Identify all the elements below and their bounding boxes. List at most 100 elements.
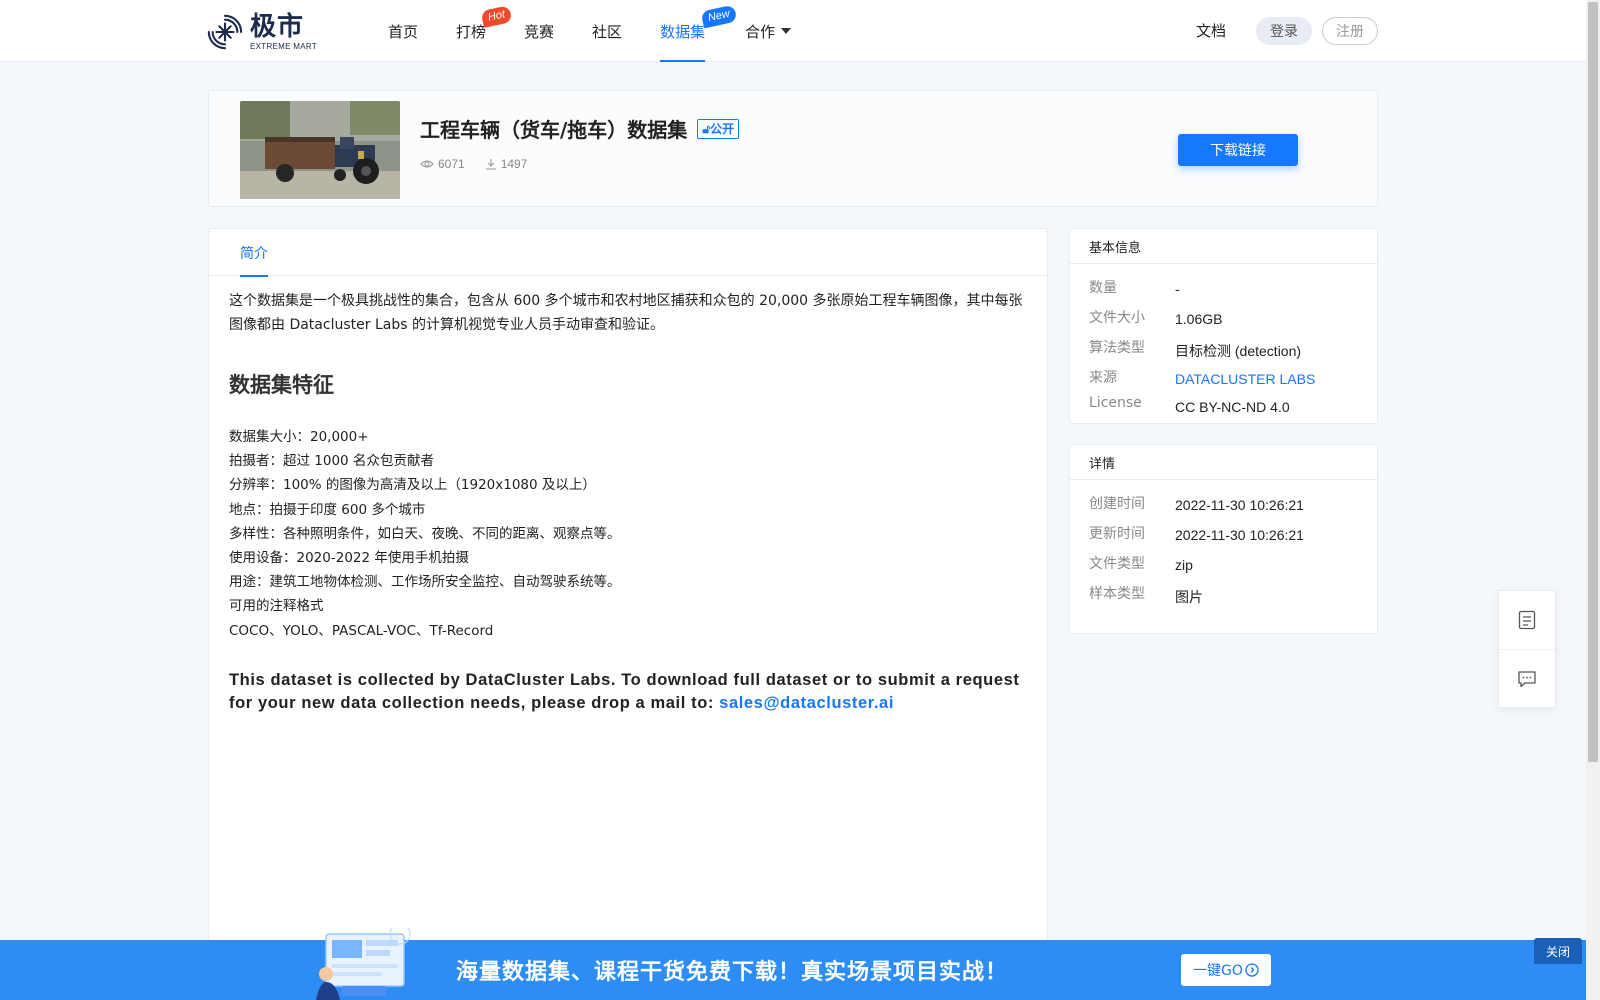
- nav-leaderboard-label: 打榜: [456, 22, 487, 41]
- promo-close-button[interactable]: 关闭: [1534, 938, 1582, 964]
- dataset-description-panel: 简介 这个数据集是一个极具挑战性的集合，包含从 600 多个城市和农村地区捕获和…: [208, 228, 1048, 948]
- hot-badge: Hot: [480, 5, 513, 28]
- dataset-stats: 6071 1497: [420, 157, 547, 171]
- view-count: 6071: [420, 157, 465, 171]
- detail-value: 2022-11-30 10:26:21: [1175, 527, 1304, 543]
- dataset-title-text: 工程车辆（货车/拖车）数据集: [420, 118, 688, 142]
- feedback-button[interactable]: [1499, 649, 1555, 707]
- register-button[interactable]: 注册: [1322, 17, 1378, 45]
- description-content: 这个数据集是一个极具挑战性的集合，包含从 600 多个城市和农村地区捕获和众包的…: [229, 289, 1029, 715]
- nav-datasets-label: 数据集: [660, 22, 706, 41]
- details-panel: 详情 创建时间 2022-11-30 10:26:21 更新时间 2022-11…: [1069, 444, 1378, 634]
- logo-chinese: 极市: [250, 11, 305, 42]
- view-count-value: 6071: [438, 157, 465, 171]
- info-row-count: 数量 -: [1070, 273, 1377, 303]
- scrollbar-thumb[interactable]: [1588, 2, 1598, 762]
- public-tag: 🔓︎公开: [697, 118, 740, 139]
- site-logo[interactable]: 极市 EXTREME MART: [206, 12, 317, 52]
- info-row-source: 来源 DATACLUSTER LABS: [1070, 363, 1377, 391]
- nav-leaderboard[interactable]: 打榜 Hot: [456, 0, 513, 62]
- chat-icon: [1518, 670, 1536, 687]
- floating-toolbar: [1498, 590, 1556, 708]
- unlock-icon: 🔓︎: [702, 121, 711, 136]
- arrow-circle-icon: [1245, 963, 1259, 977]
- info-key: 算法类型: [1089, 340, 1145, 356]
- info-key: 文件大小: [1089, 310, 1145, 326]
- detail-row-file-type: 文件类型 zip: [1070, 549, 1377, 579]
- detail-row-sample-type: 样本类型 图片: [1070, 579, 1377, 609]
- nav-competition[interactable]: 竞赛: [524, 0, 554, 62]
- feature-item: 数据集大小：20,000+: [229, 429, 369, 445]
- download-count-value: 1497: [500, 157, 528, 171]
- promo-text: 海量数据集、课程干货免费下载！真实场景项目实战！: [456, 959, 1009, 985]
- detail-value: 图片: [1175, 589, 1203, 605]
- visibility-label: 公开: [710, 121, 735, 136]
- detail-key: 样本类型: [1089, 586, 1145, 602]
- promo-go-label: 一键GO: [1193, 963, 1243, 979]
- top-navbar: 极市 EXTREME MART 首页 打榜 Hot 竞赛 社区 数据集 New …: [0, 0, 1586, 62]
- dataset-thumbnail: [240, 101, 400, 199]
- logo-text: 极市 EXTREME MART: [250, 14, 317, 51]
- nav-competition-label: 竞赛: [524, 22, 555, 41]
- feature-item: 分辨率：100% 的图像为高清及以上（1920x1080 及以上）: [229, 477, 596, 494]
- feature-item: COCO、YOLO、PASCAL-VOC、Tf-Record: [229, 622, 494, 639]
- caret-down-icon: [781, 28, 792, 34]
- nav-community-label: 社区: [592, 22, 623, 41]
- download-icon: [485, 159, 496, 170]
- info-value: -: [1175, 281, 1180, 297]
- source-link[interactable]: DATACLUSTER LABS: [1175, 371, 1315, 387]
- download-link-button[interactable]: 下载链接: [1178, 134, 1298, 166]
- info-value: 1.06GB: [1175, 311, 1223, 327]
- document-icon: [1518, 610, 1536, 630]
- tractor-photo-image: [240, 101, 400, 199]
- nav-home-label: 首页: [388, 22, 419, 41]
- feature-list: 数据集大小：20,000+ 拍摄者：超过 1000 名众包贡献者 分辨率：100…: [229, 425, 1029, 643]
- feature-item: 多样性：各种照明条件，如白天、夜晚、不同的距离、观察点等。: [229, 525, 621, 542]
- info-row-license: License CC BY-NC-ND 4.0: [1070, 391, 1377, 421]
- promo-go-button[interactable]: 一键GO: [1181, 954, 1271, 986]
- notes-button[interactable]: [1499, 591, 1555, 649]
- dataset-title: 工程车辆（货车/拖车）数据集 🔓︎公开: [420, 114, 740, 143]
- english-note-text: This dataset is collected by DataCluster…: [229, 670, 1020, 712]
- download-count: 1497: [485, 157, 528, 171]
- info-value: 目标检测 (detection): [1175, 343, 1302, 359]
- intro-paragraph: 这个数据集是一个极具挑战性的集合，包含从 600 多个城市和农村地区捕获和众包的…: [229, 293, 1023, 333]
- info-row-file-size: 文件大小 1.06GB: [1070, 303, 1377, 333]
- dataset-header: 工程车辆（货车/拖车）数据集 🔓︎公开 6071 1497 下载链接: [208, 90, 1378, 207]
- feature-item: 用途：建筑工地物体检测、工作场所安全监控、自动驾驶系统等。: [229, 574, 621, 591]
- new-badge: New: [700, 4, 738, 29]
- basic-info-title: 基本信息: [1070, 229, 1377, 264]
- logo-mark-icon: [207, 14, 243, 50]
- content-tabs: 简介: [209, 229, 1047, 277]
- eye-icon: [420, 160, 434, 168]
- page-scrollbar[interactable]: [1586, 0, 1600, 1000]
- promo-banner: 海量数据集、课程干货免费下载！真实场景项目实战！ 一键GO 关闭: [0, 928, 1586, 1000]
- tab-intro[interactable]: 简介: [240, 229, 268, 277]
- nav-cooperation-label: 合作: [745, 22, 776, 41]
- info-value: CC BY-NC-ND 4.0: [1175, 399, 1290, 415]
- logo-english: EXTREME MART: [250, 41, 318, 51]
- detail-key: 创建时间: [1089, 496, 1145, 512]
- promo-illustration: [316, 928, 411, 1000]
- feature-item: 使用设备：2020-2022 年使用手机拍摄: [229, 550, 469, 567]
- nav-community[interactable]: 社区: [592, 0, 622, 62]
- detail-key: 文件类型: [1089, 556, 1145, 572]
- info-key: 数量: [1089, 280, 1117, 296]
- feature-item: 可用的注释格式: [229, 598, 324, 615]
- login-button[interactable]: 登录: [1256, 17, 1312, 45]
- nav-datasets[interactable]: 数据集 New: [660, 0, 738, 62]
- details-title: 详情: [1070, 445, 1377, 480]
- detail-value: 2022-11-30 10:26:21: [1175, 497, 1304, 513]
- feature-item: 拍摄者：超过 1000 名众包贡献者: [229, 453, 434, 470]
- basic-info-panel: 基本信息 数量 - 文件大小 1.06GB 算法类型 目标检测 (detecti…: [1069, 228, 1378, 424]
- info-key: 来源: [1089, 370, 1117, 386]
- contact-email-link[interactable]: sales@datacluster.ai: [719, 694, 894, 712]
- nav-home[interactable]: 首页: [388, 0, 418, 62]
- features-heading: 数据集特征: [229, 372, 334, 397]
- nav-docs[interactable]: 文档: [1196, 20, 1226, 41]
- feature-item: 地点：拍摄于印度 600 多个城市: [229, 501, 426, 518]
- english-note: This dataset is collected by DataCluster…: [229, 669, 1029, 715]
- info-key: License: [1089, 395, 1142, 411]
- info-row-algorithm: 算法类型 目标检测 (detection): [1070, 333, 1377, 363]
- nav-cooperation[interactable]: 合作: [745, 0, 792, 62]
